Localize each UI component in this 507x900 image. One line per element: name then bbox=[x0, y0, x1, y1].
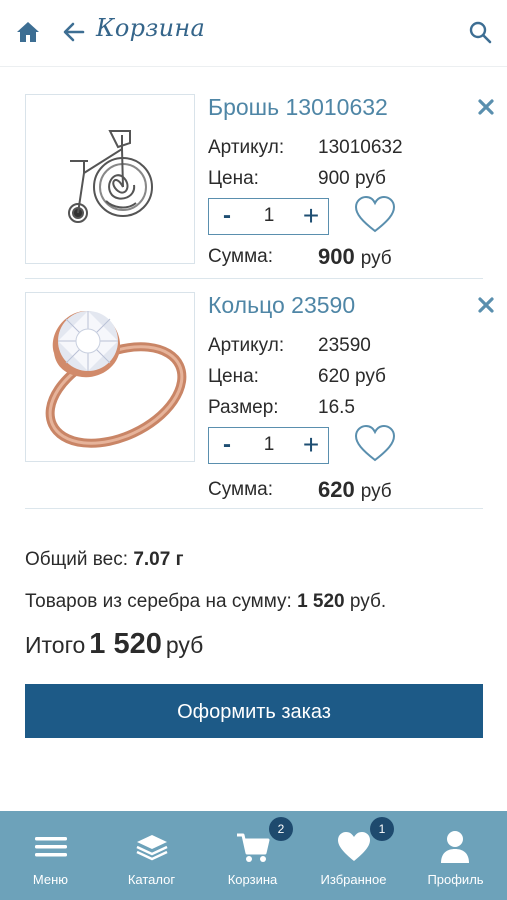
bottom-tab-bar: Меню Каталог 2 Корзина 1 Избранное Профи… bbox=[0, 811, 507, 900]
price-label: Цена: bbox=[208, 168, 259, 189]
brooch-image bbox=[68, 130, 153, 223]
arrow-left-icon[interactable] bbox=[62, 20, 86, 44]
price-value: 900 руб bbox=[318, 168, 386, 189]
cart-item: Брошь 13010632 Артикул: 13010632 Цена: 9… bbox=[25, 94, 494, 269]
sum-value: 900 руб bbox=[318, 244, 392, 269]
heart-icon[interactable] bbox=[354, 196, 396, 234]
decrease-button[interactable]: - bbox=[209, 428, 245, 463]
tab-catalog[interactable]: Каталог bbox=[101, 811, 202, 900]
product-image-brooch[interactable] bbox=[25, 94, 195, 264]
home-icon[interactable] bbox=[16, 20, 40, 44]
article-value: 23590 bbox=[318, 335, 371, 356]
article-label: Артикул: bbox=[208, 137, 285, 158]
increase-button[interactable]: + bbox=[293, 199, 329, 234]
price-label: Цена: bbox=[208, 366, 259, 387]
layers-icon bbox=[136, 835, 168, 861]
heart-icon bbox=[338, 832, 370, 861]
checkout-button[interactable]: Оформить заказ bbox=[25, 684, 483, 738]
sum-label: Сумма: bbox=[208, 246, 273, 267]
search-icon[interactable] bbox=[468, 20, 492, 44]
tab-label: Каталог bbox=[127, 872, 176, 887]
quantity-stepper: - 1 + bbox=[208, 427, 329, 464]
sum-value: 620 руб bbox=[318, 477, 392, 502]
total-weight: Общий вес: 7.07 г bbox=[25, 549, 184, 570]
tab-cart[interactable]: 2 Корзина bbox=[202, 811, 303, 900]
price-value: 620 руб bbox=[318, 366, 386, 387]
size-label: Размер: bbox=[208, 397, 279, 418]
cart-badge: 2 bbox=[269, 817, 293, 841]
page-title: Корзина bbox=[96, 14, 206, 42]
decrease-button[interactable]: - bbox=[209, 199, 245, 234]
user-icon bbox=[441, 831, 469, 863]
tab-favorites[interactable]: 1 Избранное bbox=[303, 811, 404, 900]
tab-label: Профиль bbox=[427, 872, 484, 887]
quantity-value[interactable]: 1 bbox=[249, 428, 289, 463]
product-name[interactable]: Кольцо 23590 bbox=[208, 292, 355, 319]
product-image-ring[interactable] bbox=[25, 292, 195, 462]
tab-menu[interactable]: Меню bbox=[0, 811, 101, 900]
tab-label: Корзина bbox=[227, 872, 278, 887]
cart-item: Кольцо 23590 Артикул: 23590 Цена: 620 ру… bbox=[25, 292, 494, 502]
tab-label: Меню bbox=[32, 872, 69, 887]
heart-icon[interactable] bbox=[354, 425, 396, 463]
close-icon[interactable] bbox=[477, 296, 495, 314]
quantity-value[interactable]: 1 bbox=[249, 199, 289, 234]
app-header: Корзина bbox=[0, 0, 507, 67]
article-value: 13010632 bbox=[318, 137, 403, 158]
cart-icon bbox=[237, 833, 270, 862]
product-name[interactable]: Брошь 13010632 bbox=[208, 94, 388, 121]
ring-image bbox=[45, 311, 187, 448]
sum-label: Сумма: bbox=[208, 479, 273, 500]
grand-total: Итого 1 520 руб bbox=[25, 628, 204, 660]
increase-button[interactable]: + bbox=[293, 428, 329, 463]
size-value: 16.5 bbox=[318, 397, 355, 418]
divider bbox=[25, 508, 483, 509]
article-label: Артикул: bbox=[208, 335, 285, 356]
silver-total: Товаров из серебра на сумму: 1 520 руб. bbox=[25, 591, 387, 612]
menu-icon bbox=[35, 837, 67, 857]
favorites-badge: 1 bbox=[370, 817, 394, 841]
tab-profile[interactable]: Профиль bbox=[404, 811, 507, 900]
close-icon[interactable] bbox=[477, 98, 495, 116]
tab-label: Избранное bbox=[320, 872, 387, 887]
quantity-stepper: - 1 + bbox=[208, 198, 329, 235]
divider bbox=[25, 278, 483, 279]
